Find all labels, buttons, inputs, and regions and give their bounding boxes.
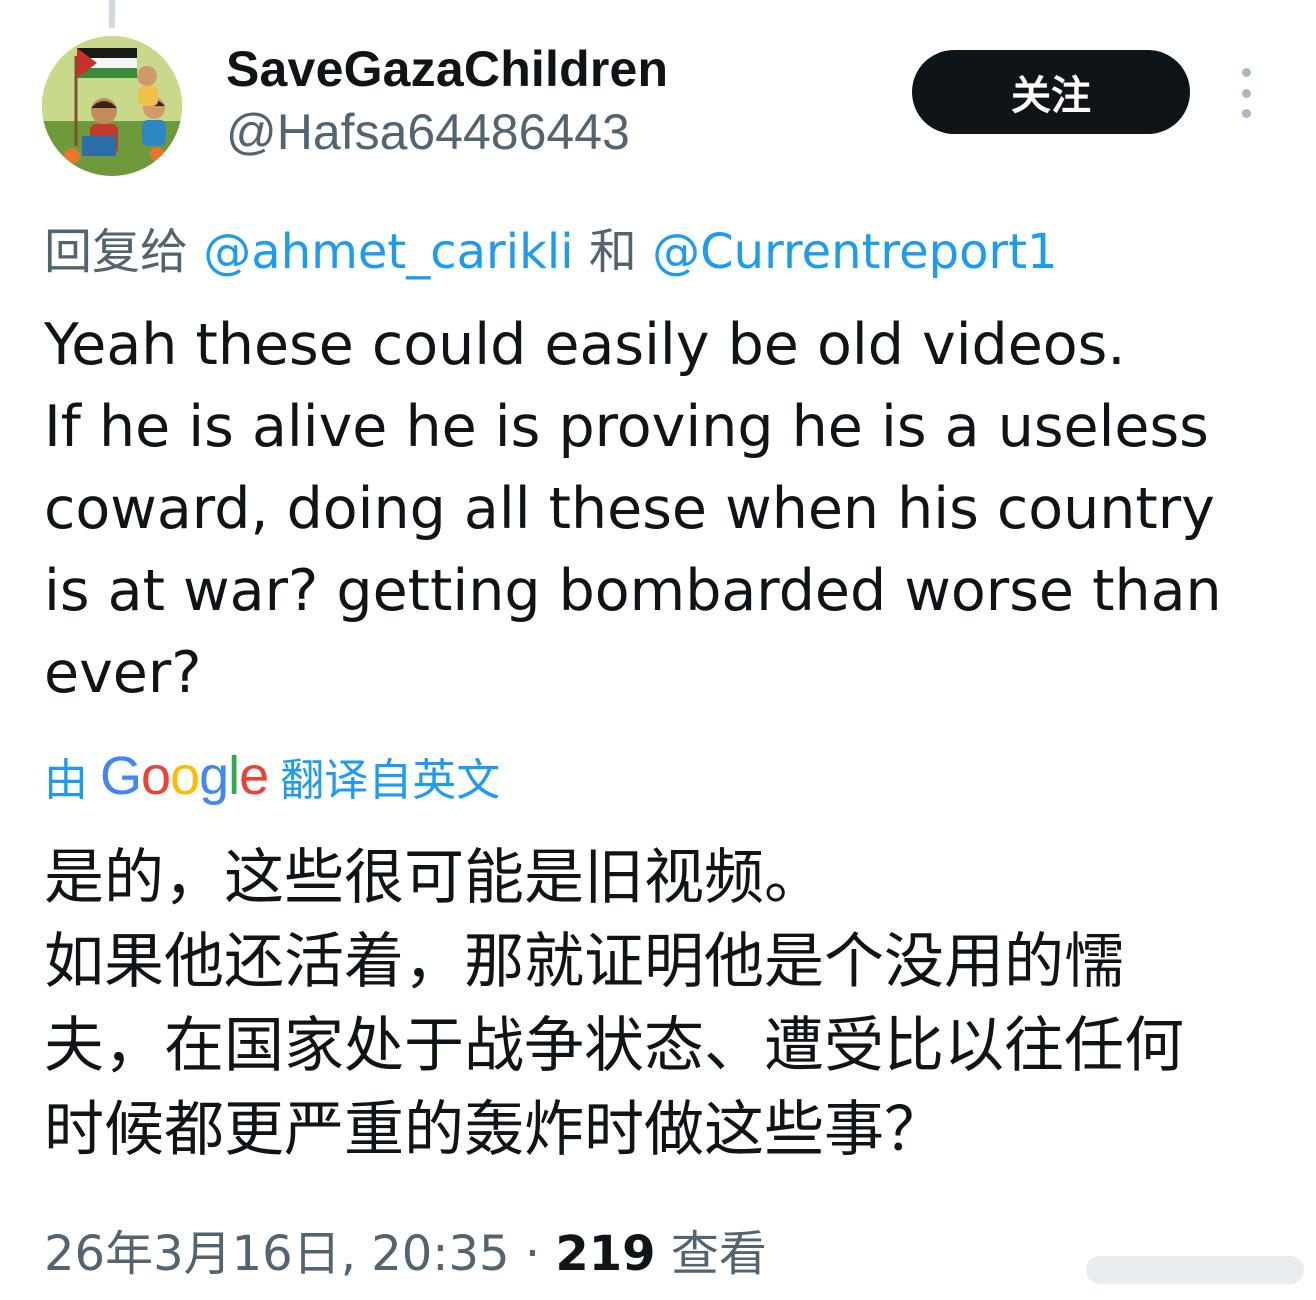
translated-text: 是的，这些很可能是旧视频。 如果他还活着，那就证明他是个没用的懦 夫，在国家处于… — [44, 836, 1284, 1172]
tweet-line: is at war? getting bombarded worse than — [44, 558, 1222, 624]
more-dot — [1241, 88, 1251, 98]
tweet-text: Yeah these could easily be old videos. I… — [44, 304, 1264, 714]
translation-suffix: 翻译自英文 — [280, 755, 501, 806]
mention-link-currentreport[interactable]: @Currentreport1 — [652, 224, 1057, 280]
tweet-line: coward, doing all these when his country — [44, 476, 1215, 542]
more-dot — [1241, 68, 1251, 77]
user-handle[interactable]: @Hafsa64486443 — [226, 103, 630, 161]
tweet-line: ever? — [44, 640, 202, 706]
timestamp[interactable]: 26年3月16日, 20:35 — [44, 1226, 510, 1282]
translation-attribution[interactable]: 由 Google 翻译自英文 — [44, 744, 500, 808]
reply-prefix: 回复给 — [44, 224, 189, 280]
reply-context: 回复给 @ahmet_carikli 和 @Currentreport1 — [44, 212, 1058, 282]
translation-prefix: 由 — [44, 755, 88, 806]
google-logo: Google — [100, 746, 269, 806]
reply-conjunction: 和 — [588, 224, 637, 280]
tweet-meta: 26年3月16日, 20:35 · 219 查看 — [44, 1214, 767, 1284]
thread-connector-line — [109, 0, 115, 28]
mention-link-ahmet[interactable]: @ahmet_carikli — [203, 224, 573, 280]
more-dot — [1241, 109, 1251, 118]
scrollbar[interactable] — [1086, 1256, 1304, 1284]
views-count: 219 — [555, 1226, 656, 1282]
translated-line: 夫，在国家处于战争状态、遭受比以往任何 — [44, 1011, 1184, 1081]
meta-separator: · — [524, 1226, 541, 1282]
follow-button[interactable]: 关注 — [912, 50, 1190, 134]
tweet-line: If he is alive he is proving he is a use… — [44, 394, 1209, 460]
more-vertical-icon[interactable] — [1230, 68, 1262, 118]
tweet-line: Yeah these could easily be old videos. — [44, 312, 1126, 378]
avatar[interactable] — [42, 36, 182, 176]
avatar-image — [42, 36, 182, 176]
display-name[interactable]: SaveGazaChildren — [226, 40, 668, 98]
translated-line: 是的，这些很可能是旧视频。 — [44, 843, 824, 913]
translated-line: 如果他还活着，那就证明他是个没用的懦 — [44, 927, 1124, 997]
views-label: 查看 — [670, 1226, 767, 1282]
translated-line: 时候都更严重的轰炸时做这些事？ — [44, 1095, 944, 1165]
